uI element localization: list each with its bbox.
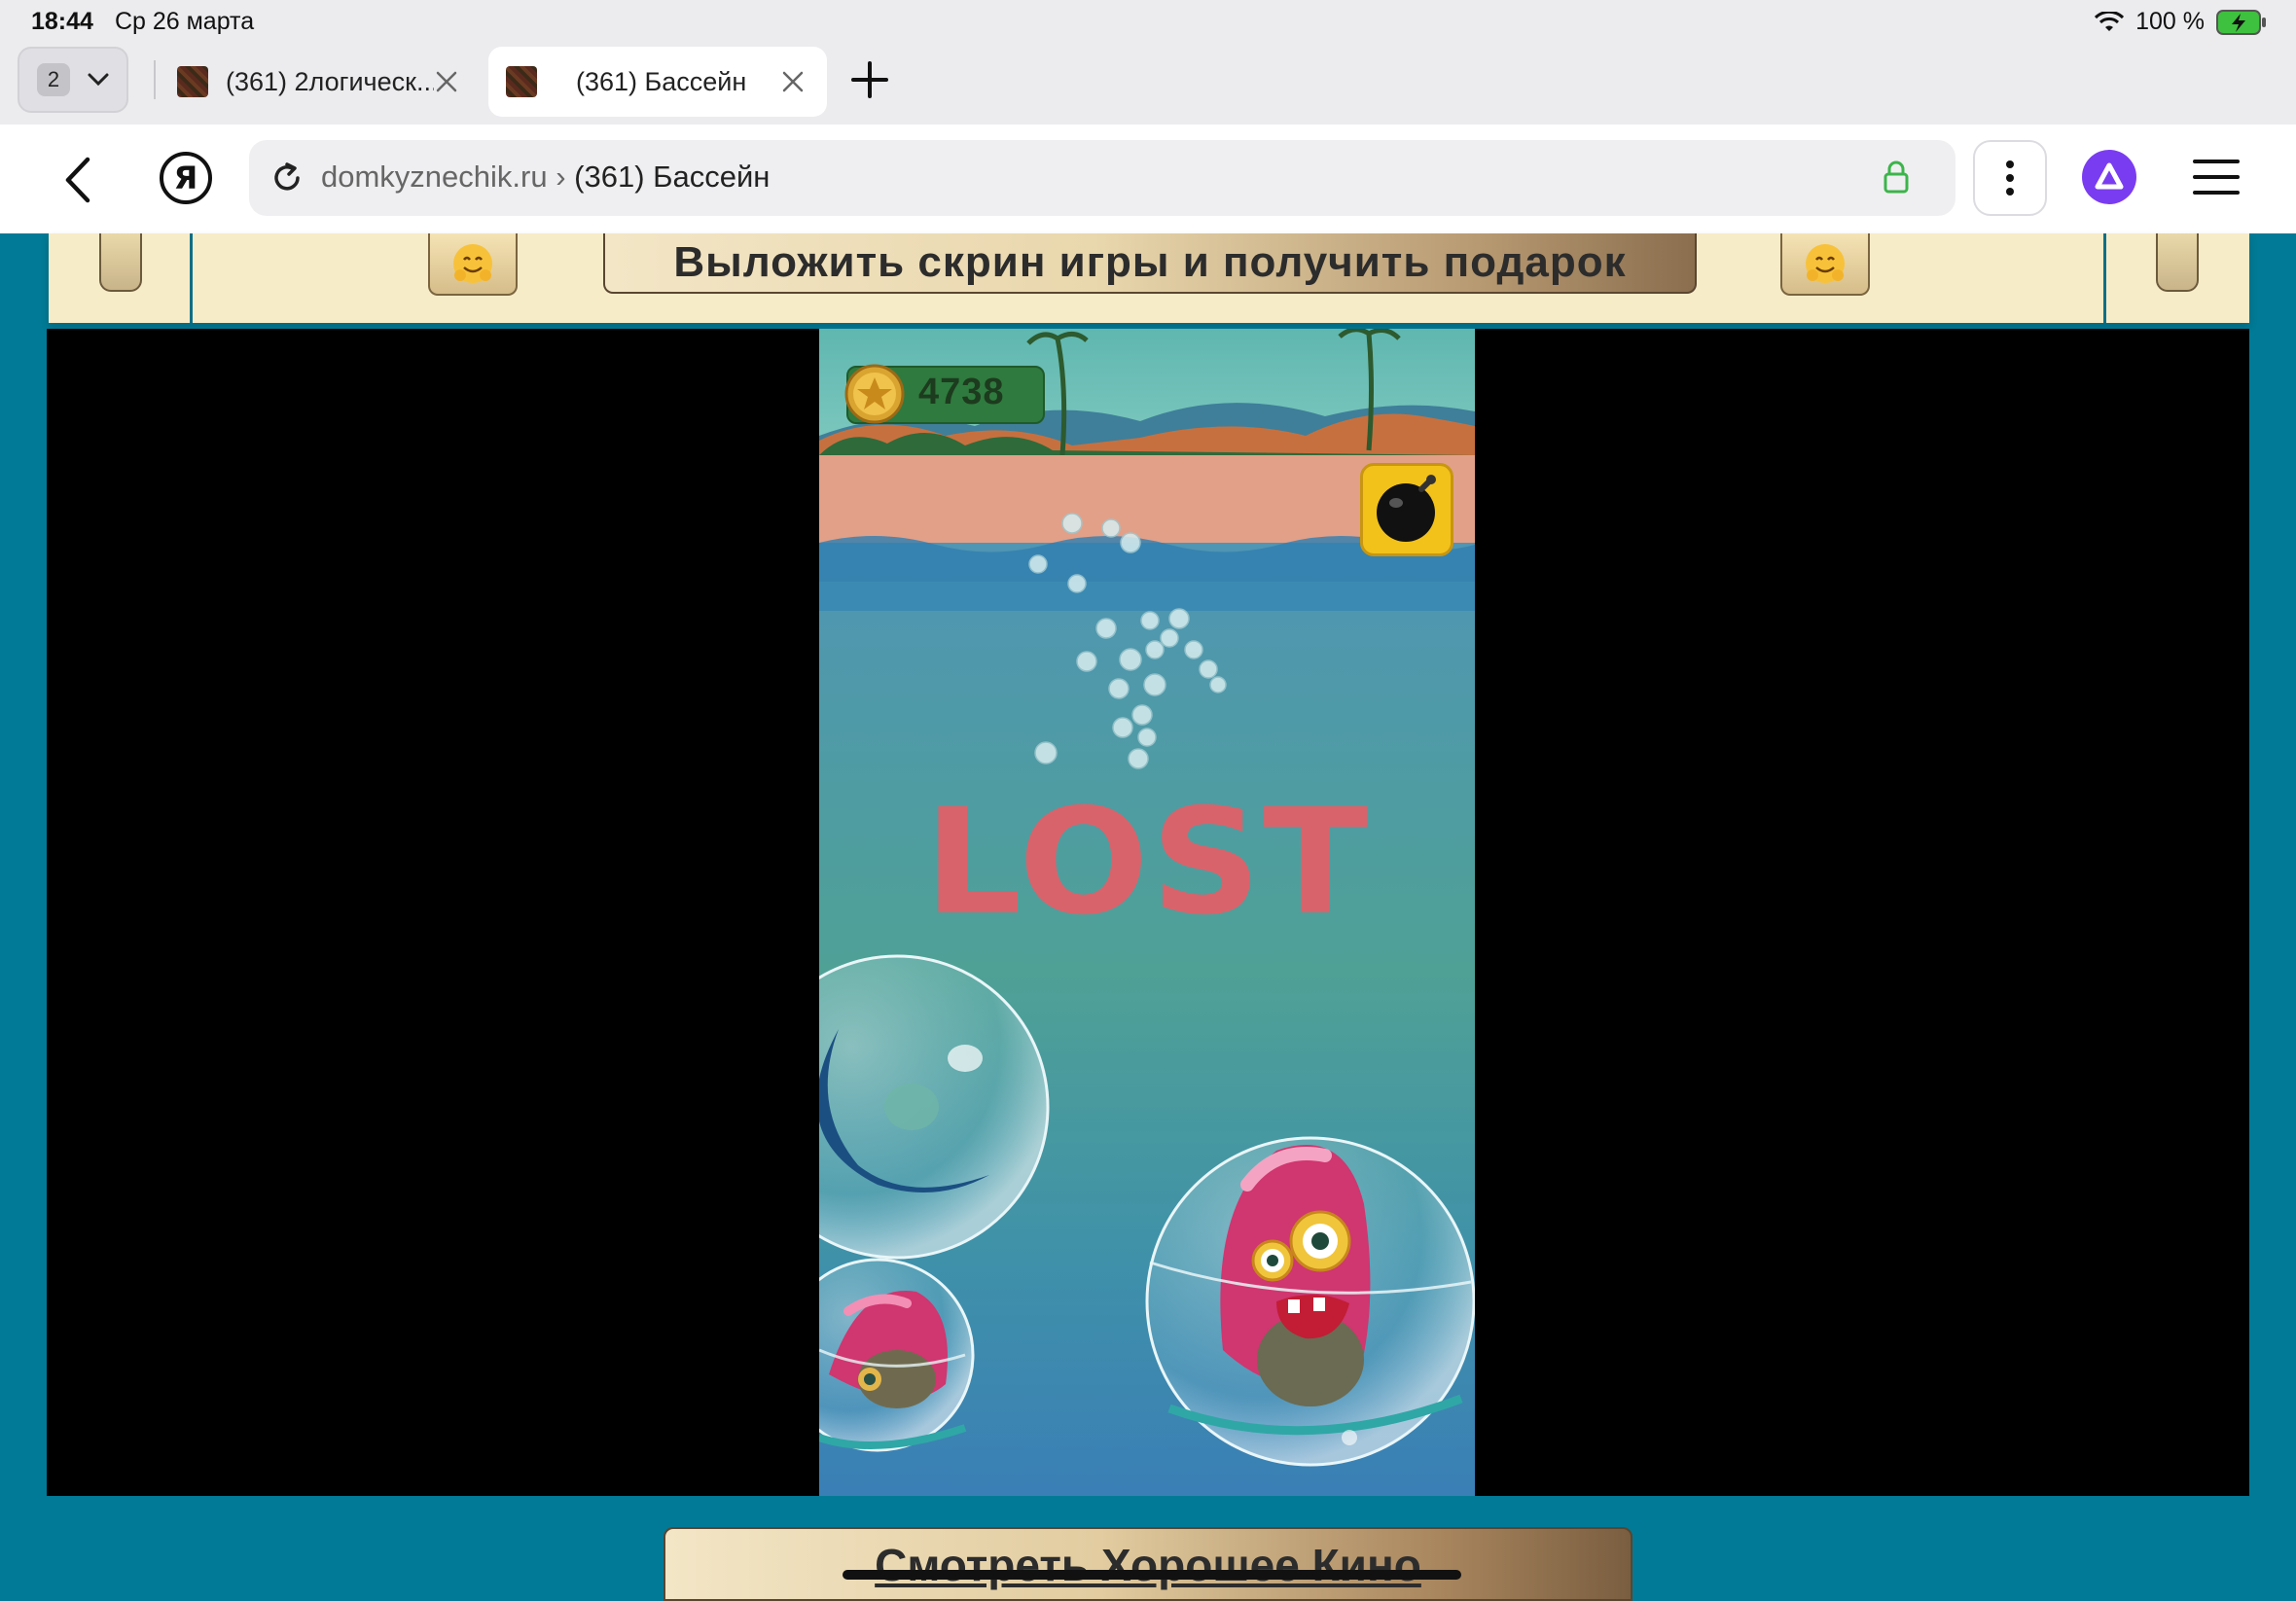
lock-icon[interactable] — [1882, 160, 1911, 195]
status-clock: 18:44 — [31, 8, 93, 35]
tab-label: (361) Бассейн — [576, 66, 747, 96]
url-text: domkyznechik.ru › (361) Бассейн — [321, 160, 770, 195]
tab-count-badge: 2 — [37, 63, 70, 96]
url-page-title: (361) Бассейн — [574, 160, 771, 194]
browser-nav-bar: Я domkyznechik.ru › (361) Бассейн — [0, 125, 2296, 233]
close-icon[interactable] — [780, 69, 806, 94]
back-arrow-icon[interactable] — [60, 156, 95, 204]
address-bar[interactable]: domkyznechik.ru › (361) Бассейн — [249, 140, 1955, 216]
promo-banner: Выложить скрин игры и получить подарок — [49, 233, 2249, 323]
bomb-icon — [1377, 475, 1436, 542]
coin-count: 4738 — [918, 372, 1005, 412]
emoji-tile-left[interactable] — [428, 233, 518, 296]
game-result-text: LOST — [924, 778, 1370, 947]
more-vertical-icon — [2006, 160, 2014, 196]
banner-decor-knob — [2156, 233, 2199, 292]
banner-decor-knob — [99, 233, 142, 292]
more-options-button[interactable] — [1973, 140, 2047, 216]
yandex-logo-icon[interactable]: Я — [160, 152, 212, 204]
home-indicator[interactable] — [843, 1570, 1461, 1580]
url-domain: domkyznechik.ru — [321, 160, 548, 194]
browser-top-chrome: 18:44 Ср 26 марта 100 % 2 (361) 2логическ… — [0, 0, 2296, 125]
hugging-face-emoji-icon — [453, 244, 492, 283]
star-coin-icon — [844, 364, 905, 424]
tab-divider — [154, 60, 156, 99]
tab-logic-games[interactable]: (361) 2логическ... — [160, 47, 481, 117]
site-favicon-icon — [506, 66, 537, 97]
game-canvas[interactable]: 4738 LOST — [819, 329, 1475, 1496]
chevron-down-icon — [88, 73, 109, 87]
hugging-face-emoji-icon — [1806, 244, 1845, 283]
status-time: 18:44 Ср 26 марта — [31, 8, 254, 36]
water-band — [819, 582, 1475, 611]
tab-pool-active[interactable]: (361) Бассейн — [488, 47, 827, 117]
share-screenshot-button[interactable]: Выложить скрин игры и получить подарок — [603, 233, 1697, 294]
tab-label: (361) 2логическ... — [226, 66, 434, 96]
bubble-monster-right — [1145, 1136, 1475, 1467]
url-separator: › — [547, 160, 575, 194]
hamburger-menu-icon[interactable] — [2193, 158, 2240, 196]
site-favicon-icon — [177, 66, 208, 97]
bomb-powerup-button[interactable] — [1360, 463, 1453, 556]
alice-assistant-icon[interactable] — [2082, 150, 2136, 204]
banner-divider — [2103, 233, 2106, 323]
watch-movies-button[interactable]: Смотреть Хорошее Кино — [664, 1527, 1632, 1601]
plus-icon[interactable] — [850, 60, 889, 99]
status-indicators: 100 % — [2095, 8, 2267, 36]
close-icon[interactable] — [434, 69, 459, 94]
battery-charging-icon — [2216, 9, 2266, 35]
wifi-icon — [2095, 11, 2125, 31]
reload-icon[interactable] — [270, 161, 304, 195]
battery-percent: 100 % — [2135, 8, 2205, 35]
status-date: Ср 26 марта — [114, 8, 255, 35]
tab-switcher-button[interactable]: 2 — [18, 47, 128, 113]
yandex-logo-letter: Я — [173, 160, 198, 196]
emoji-tile-right[interactable] — [1780, 233, 1870, 296]
banner-divider — [190, 233, 193, 323]
